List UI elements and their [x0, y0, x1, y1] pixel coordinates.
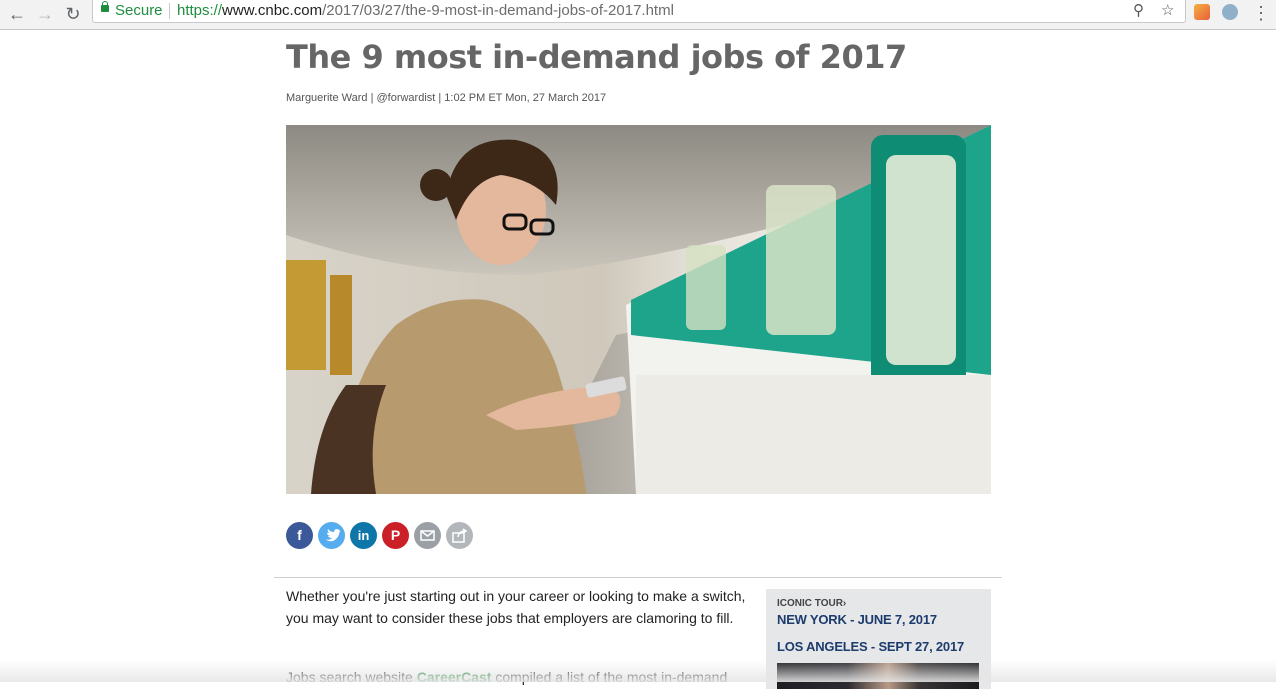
envelope-icon [420, 530, 435, 541]
url-protocol: https:// [177, 2, 223, 19]
paragraph-text: Jobs search website [286, 669, 417, 685]
event-new-york-link[interactable]: NEW YORK - JUNE 7, 2017 [777, 612, 937, 627]
pinterest-icon: P [390, 527, 401, 543]
linkedin-share-button[interactable]: in [350, 522, 377, 549]
secure-label: Secure [115, 2, 163, 19]
twitter-share-button[interactable] [318, 522, 345, 549]
url-host: www.cnbc.com [222, 2, 323, 19]
address-bar[interactable]: Secure https://www.cnbc.com/2017/03/27/t… [92, 0, 1186, 23]
forward-arrow-icon[interactable]: → [33, 2, 57, 26]
sidebar-photo [777, 663, 979, 689]
facebook-share-button[interactable]: f [286, 522, 313, 549]
article-paragraph: Jobs search website CareerCast compiled … [286, 666, 746, 688]
article-byline: Marguerite Ward | @forwardist | 1:02 PM … [286, 92, 607, 104]
facebook-icon: f [297, 527, 302, 543]
url-text[interactable]: https://www.cnbc.com/2017/03/27/the-9-mo… [177, 0, 674, 22]
bookmark-star-icon[interactable]: ☆ [1161, 0, 1174, 22]
pinterest-share-button[interactable]: P [382, 522, 409, 549]
extension-icon[interactable] [1194, 4, 1210, 20]
extension-icon[interactable] [1222, 4, 1238, 20]
article-headline: The 9 most in-demand jobs of 2017 [286, 38, 907, 76]
email-share-button[interactable] [414, 522, 441, 549]
hero-image [286, 125, 991, 494]
zoom-icon[interactable]: ⚲ [1133, 0, 1144, 22]
kebab-menu-icon[interactable]: ⋮ [1252, 2, 1270, 24]
paragraph-text: compiled a list of the most in-demand [491, 669, 728, 685]
reload-icon[interactable]: ↻ [61, 2, 85, 26]
share-arrow-icon [452, 528, 468, 543]
browser-toolbar: ← → ↻ Secure https://www.cnbc.com/2017/0… [0, 0, 1276, 30]
article-paragraph: Whether you're just starting out in your… [286, 588, 746, 626]
share-button[interactable] [446, 522, 473, 549]
content-divider [274, 577, 1002, 578]
iconic-tour-sidebar: ICONIC TOUR› NEW YORK - JUNE 7, 2017 LOS… [766, 589, 991, 689]
event-los-angeles-link[interactable]: LOS ANGELES - SEPT 27, 2017 [777, 639, 964, 654]
hero-illustration [286, 125, 991, 494]
iconic-tour-link[interactable]: ICONIC TOUR› [777, 598, 846, 609]
twitter-bird-icon [325, 529, 341, 542]
careercast-link[interactable]: CareerCast [417, 669, 492, 685]
address-separator [169, 3, 170, 19]
url-path: /2017/03/27/the-9-most-in-demand-jobs-of… [322, 2, 674, 19]
lock-icon [101, 1, 109, 12]
linkedin-icon: in [357, 528, 370, 543]
back-arrow-icon[interactable]: ← [5, 2, 29, 26]
